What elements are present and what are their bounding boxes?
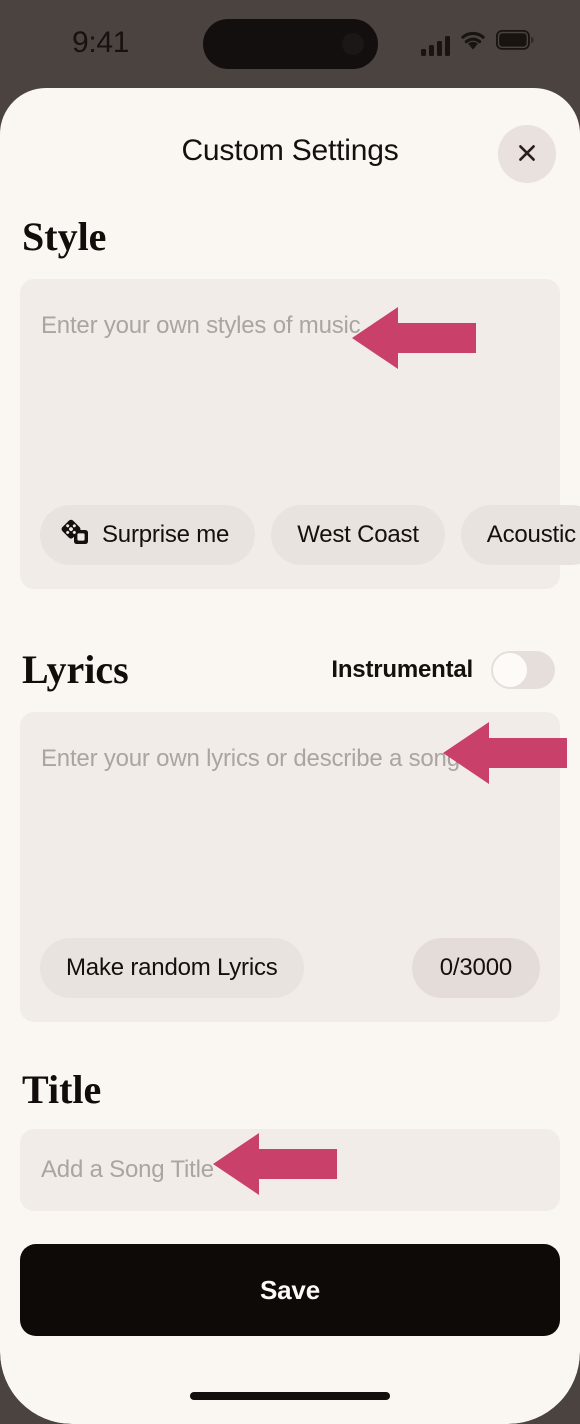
dynamic-island: [203, 19, 378, 69]
chip-surprise-me-label: Surprise me: [102, 521, 230, 548]
style-heading: Style: [22, 214, 107, 259]
wifi-icon: [459, 30, 487, 56]
front-camera-icon: [342, 33, 364, 55]
lyrics-character-counter: 0/3000: [411, 938, 540, 998]
home-indicator: [190, 1392, 390, 1400]
title-section: Title Add a Song Title: [0, 1022, 580, 1211]
title-input-card[interactable]: Add a Song Title: [20, 1129, 560, 1211]
dice-icon: [60, 518, 90, 553]
chip-west-coast[interactable]: West Coast: [271, 505, 445, 565]
chip-acoustic[interactable]: Acoustic: [460, 505, 580, 565]
sheet-header: Custom Settings: [0, 88, 580, 213]
lyrics-header-row: Lyrics Instrumental: [22, 646, 558, 693]
save-button[interactable]: Save: [20, 1244, 560, 1336]
style-input-card[interactable]: Enter your own styles of music Surprise …: [20, 279, 580, 589]
make-random-lyrics-button[interactable]: Make random Lyrics: [40, 938, 304, 998]
title-input-placeholder[interactable]: Add a Song Title: [20, 1156, 214, 1184]
cellular-signal-icon: [421, 36, 450, 56]
chip-surprise-me[interactable]: Surprise me: [40, 505, 256, 565]
status-bar-icons: [421, 29, 534, 56]
page-title: Custom Settings: [181, 134, 399, 167]
custom-settings-sheet: Custom Settings Style Enter your own sty…: [0, 88, 580, 1424]
status-bar-time: 9:41: [72, 26, 130, 59]
make-random-lyrics-label: Make random Lyrics: [66, 954, 278, 981]
instrumental-toggle[interactable]: [491, 650, 555, 689]
lyrics-input-card[interactable]: Enter your own lyrics or describe a song…: [20, 712, 560, 1022]
instrumental-control: Instrumental: [331, 650, 558, 689]
phone-frame: 9:41 Custom Settings Style Enter your ow…: [0, 0, 580, 1424]
toggle-knob: [493, 652, 527, 687]
chip-west-coast-label: West Coast: [297, 521, 419, 548]
lyrics-bottom-row: Make random Lyrics 0/3000: [20, 938, 560, 1022]
style-section: Style Enter your own styles of music Sur…: [0, 213, 580, 589]
style-input-placeholder[interactable]: Enter your own styles of music: [20, 279, 560, 340]
battery-icon: [495, 29, 534, 55]
instrumental-label: Instrumental: [331, 655, 473, 683]
title-heading: Title: [22, 1067, 102, 1112]
lyrics-input-placeholder[interactable]: Enter your own lyrics or describe a song…: [20, 712, 560, 773]
close-icon: [516, 142, 538, 167]
lyrics-section: Lyrics Instrumental Enter your own lyric…: [0, 589, 580, 1022]
chip-acoustic-label: Acoustic: [486, 521, 576, 548]
close-button[interactable]: [498, 125, 556, 183]
status-bar: 9:41: [0, 0, 580, 88]
style-suggestion-chips: Surprise me West Coast Acoustic: [20, 505, 580, 589]
lyrics-heading: Lyrics: [22, 647, 129, 692]
